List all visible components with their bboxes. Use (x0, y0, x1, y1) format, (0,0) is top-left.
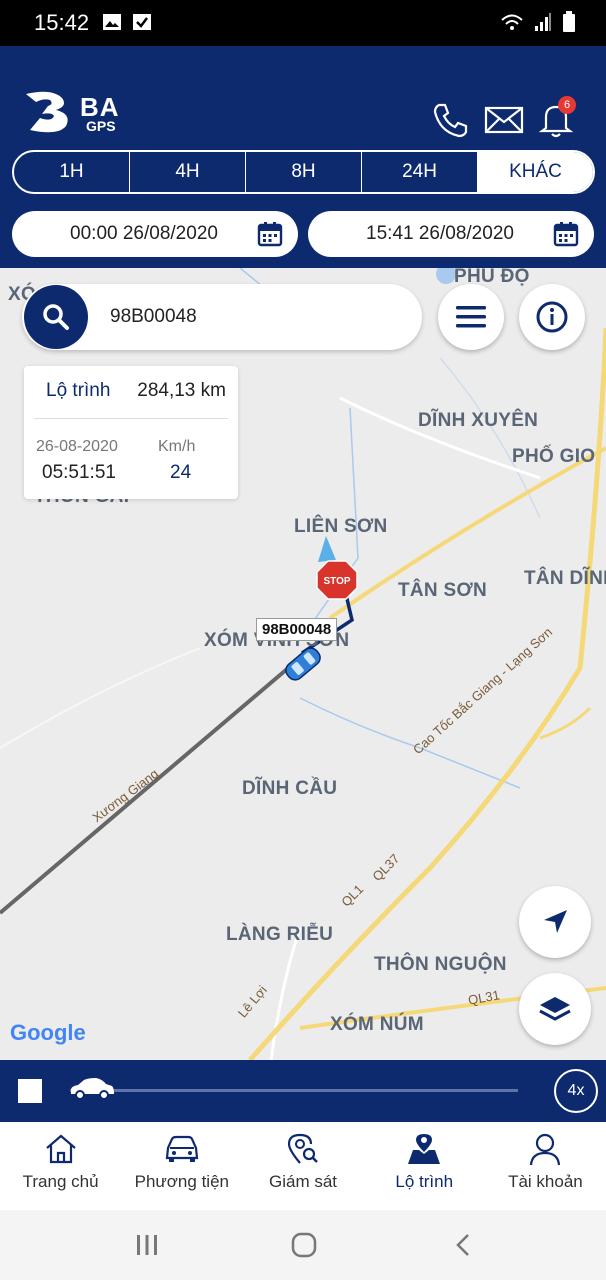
bottom-navigation: Trang chủ Phương tiện Giám sát Lộ trình (0, 1122, 606, 1210)
wifi-icon (501, 14, 523, 30)
trip-date: 26-08-2020 (36, 438, 118, 455)
nav-item-account[interactable]: Tài khoản (485, 1122, 606, 1210)
nav-label: Giám sát (268, 1172, 338, 1191)
map-label: TÂN DĨNH (524, 568, 606, 589)
map-label: TÂN SƠN (398, 580, 488, 601)
status-bar: 15:42 (0, 0, 606, 46)
navigation-arrow-icon (544, 910, 567, 933)
checkbox-icon (133, 14, 151, 30)
playback-speed-button[interactable]: 4x (554, 1069, 598, 1113)
end-date-field[interactable]: 15:41 26/08/2020 (308, 211, 594, 257)
system-navigation-bar (0, 1210, 606, 1280)
phone-icon[interactable] (430, 100, 470, 140)
battery-icon (563, 11, 575, 32)
map-label: PHỐ GIO (512, 446, 596, 467)
layers-icon (539, 997, 571, 1021)
info-icon (536, 301, 568, 333)
search-button[interactable] (24, 285, 88, 349)
menu-icon (456, 306, 486, 328)
range-24h[interactable]: 24H (362, 152, 478, 192)
info-button[interactable] (519, 284, 585, 350)
nav-item-home[interactable]: Trang chủ (0, 1122, 121, 1210)
playback-bar: 4x (0, 1060, 606, 1122)
my-location-button[interactable] (519, 886, 591, 958)
playback-slider[interactable] (70, 1089, 518, 1092)
map-label: XÓM NÚM (330, 1014, 424, 1035)
location-search-icon (287, 1133, 318, 1164)
range-other[interactable]: KHÁC (478, 152, 593, 192)
signal-icon (535, 13, 551, 31)
app-header: BA GPS 6 1H 4H 8H 24H KHÁC 00:00 26/08/2… (0, 46, 606, 268)
vehicle-search[interactable]: 98B00048 (22, 284, 422, 350)
status-time: 15:42 (34, 10, 90, 35)
logo: BA GPS (22, 88, 132, 138)
brand-sub: GPS (86, 118, 116, 134)
stop-sign-text: STOP (323, 576, 350, 587)
back-icon[interactable] (452, 1232, 474, 1258)
map-view[interactable]: XÓ PHÚ ĐỘ DĨNH XUYÊN PHỐ GIO THÔN GAI LI… (0, 268, 606, 1060)
end-date-value: 15:41 26/08/2020 (366, 223, 514, 244)
time-range-selector: 1H 4H 8H 24H KHÁC (12, 150, 595, 194)
image-icon (103, 14, 121, 30)
range-8h[interactable]: 8H (246, 152, 362, 192)
search-input[interactable]: 98B00048 (110, 306, 197, 328)
home-icon (45, 1134, 76, 1164)
map-label: LÀNG RIỄU (226, 924, 334, 945)
google-logo-text: Google (10, 1020, 86, 1045)
mail-icon[interactable] (484, 100, 524, 140)
map-label: THÔN NGUỘN (374, 954, 507, 975)
nav-label: Lộ trình (395, 1172, 454, 1191)
nav-item-vehicles[interactable]: Phương tiện (121, 1122, 242, 1210)
range-1h[interactable]: 1H (14, 152, 130, 192)
nav-item-route[interactable]: Lộ trình (364, 1122, 485, 1210)
trip-time: 05:51:51 (42, 462, 116, 483)
nav-item-monitoring[interactable]: Giám sát (242, 1122, 363, 1210)
speed-label: Km/h (158, 438, 196, 455)
calendar-icon[interactable] (552, 220, 580, 248)
stop-button[interactable] (18, 1079, 42, 1103)
vehicle-plate-label: 98B00048 (256, 618, 338, 641)
map-layers-button[interactable] (519, 973, 591, 1045)
trip-info-card: Lộ trình 284,13 km 26-08-2020 05:51:51 K… (24, 366, 238, 499)
start-date-value: 00:00 26/08/2020 (70, 223, 218, 244)
map-label: DĨNH XUYÊN (418, 410, 539, 431)
divider (34, 418, 228, 419)
user-icon (530, 1133, 561, 1166)
stop-sign-icon[interactable]: STOP (316, 560, 358, 600)
search-icon (43, 304, 69, 330)
calendar-icon[interactable] (256, 220, 284, 248)
car-slider-handle-icon[interactable] (68, 1076, 116, 1102)
map-label: DĨNH CẦU (242, 778, 338, 799)
nav-label: Trang chủ (22, 1172, 99, 1191)
speed-value: 24 (170, 462, 192, 483)
vehicle-marker-icon[interactable] (280, 644, 326, 684)
home-button-icon[interactable] (290, 1232, 318, 1258)
range-4h[interactable]: 4H (130, 152, 246, 192)
logo-mark-icon (26, 91, 68, 133)
car-icon (165, 1135, 199, 1162)
google-attribution: Google (10, 1020, 86, 1046)
menu-button[interactable] (438, 284, 504, 350)
notification-badge: 6 (558, 96, 576, 114)
nav-label: Tài khoản (508, 1172, 583, 1191)
route-map-icon (408, 1134, 441, 1164)
recent-apps-icon[interactable] (134, 1232, 160, 1258)
nav-label: Phương tiện (134, 1172, 229, 1191)
distance-label: Lộ trình (46, 380, 111, 401)
map-label: LIÊN SƠN (294, 516, 388, 537)
distance-value: 284,13 km (137, 380, 226, 401)
start-date-field[interactable]: 00:00 26/08/2020 (12, 211, 298, 257)
